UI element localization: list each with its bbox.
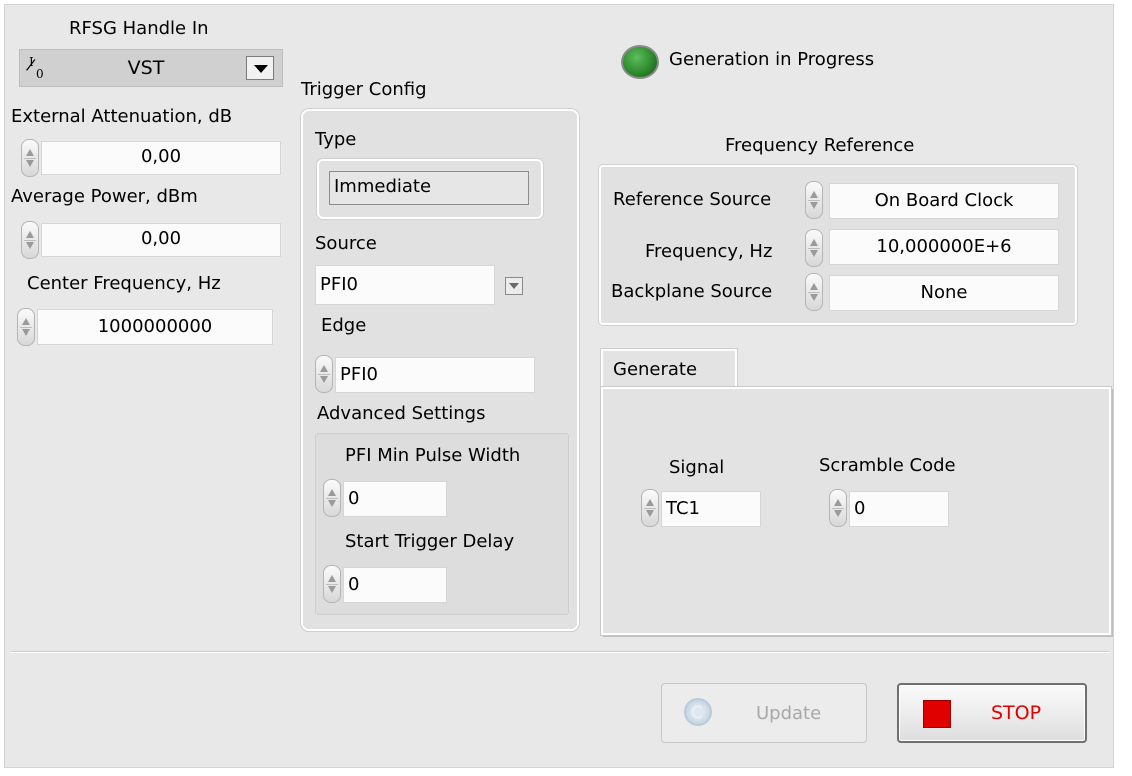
bottom-divider	[11, 651, 1109, 653]
trigger-source-value[interactable]: PFI0	[315, 265, 495, 305]
signal-spinner[interactable]	[641, 489, 659, 527]
center-freq-label: Center Frequency, Hz	[27, 273, 221, 294]
avg-power-spinner[interactable]	[21, 221, 39, 259]
scramble-code-label: Scramble Code	[819, 455, 956, 476]
avg-power-label: Average Power, dBm	[11, 186, 198, 207]
pfi-min-pulse-input[interactable]: 0	[343, 481, 447, 517]
scramble-code-spinner[interactable]	[829, 489, 847, 527]
chevron-down-icon	[254, 65, 268, 73]
rfsg-handle-value: VST	[127, 57, 165, 79]
generation-led	[621, 45, 659, 79]
trigger-edge-input[interactable]: PFI0	[335, 357, 535, 393]
chevron-down-icon	[509, 283, 519, 289]
scramble-code-input[interactable]: 0	[849, 491, 949, 527]
rfsg-handle-label: RFSG Handle In	[69, 18, 209, 39]
trigger-config-title: Trigger Config	[301, 79, 427, 100]
pfi-min-pulse-spinner[interactable]	[323, 479, 341, 517]
ref-frequency-input[interactable]: 10,000000E+6	[829, 229, 1059, 265]
trigger-source-label: Source	[315, 233, 377, 254]
advanced-settings-title: Advanced Settings	[317, 403, 486, 424]
tab-generate[interactable]: Generate	[601, 349, 737, 389]
refresh-icon	[684, 698, 712, 726]
trigger-edge-label: Edge	[321, 315, 367, 336]
trigger-source-dropdown[interactable]	[505, 277, 523, 295]
update-button-label: Update	[756, 703, 822, 724]
center-freq-input[interactable]: 1000000000	[37, 309, 273, 345]
stop-button[interactable]: STOP	[897, 683, 1087, 743]
ref-frequency-spinner[interactable]	[805, 229, 823, 267]
ref-source-label: Reference Source	[613, 189, 772, 210]
start-trigger-delay-spinner[interactable]	[323, 565, 341, 603]
update-button[interactable]: Update	[661, 683, 867, 743]
ref-frequency-label: Frequency, Hz	[645, 241, 773, 262]
ext-atten-spinner[interactable]	[21, 139, 39, 177]
center-freq-spinner[interactable]	[17, 308, 35, 346]
backplane-source-value[interactable]: None	[829, 275, 1059, 311]
avg-power-input[interactable]: 0,00	[41, 223, 281, 257]
ref-source-value[interactable]: On Board Clock	[829, 183, 1059, 219]
rfsg-handle-control[interactable]: I / 0 VST	[19, 49, 283, 87]
dropdown-button[interactable]	[246, 56, 274, 80]
signal-label: Signal	[669, 457, 725, 478]
pfi-min-pulse-label: PFI Min Pulse Width	[345, 445, 521, 466]
start-trigger-delay-label: Start Trigger Delay	[345, 531, 515, 552]
ref-source-spinner[interactable]	[805, 181, 823, 219]
trigger-type-value[interactable]: Immediate	[329, 171, 529, 205]
ext-atten-input[interactable]: 0,00	[41, 141, 281, 175]
backplane-source-label: Backplane Source	[611, 281, 773, 302]
freq-ref-title: Frequency Reference	[725, 135, 915, 156]
trigger-edge-spinner[interactable]	[315, 355, 333, 393]
signal-input[interactable]: TC1	[661, 491, 761, 527]
trigger-type-label: Type	[315, 129, 357, 150]
front-panel: RFSG Handle In I / 0 VST External Attenu…	[4, 4, 1114, 768]
start-trigger-delay-input[interactable]: 0	[343, 567, 447, 603]
tab-generate-label: Generate	[613, 359, 698, 380]
io-icon: I / 0	[25, 54, 44, 81]
backplane-source-spinner[interactable]	[805, 273, 823, 311]
stop-button-label: STOP	[991, 702, 1042, 724]
ext-atten-label: External Attenuation, dB	[11, 106, 233, 127]
stop-square-icon	[923, 700, 951, 728]
generation-status-label: Generation in Progress	[669, 49, 875, 70]
